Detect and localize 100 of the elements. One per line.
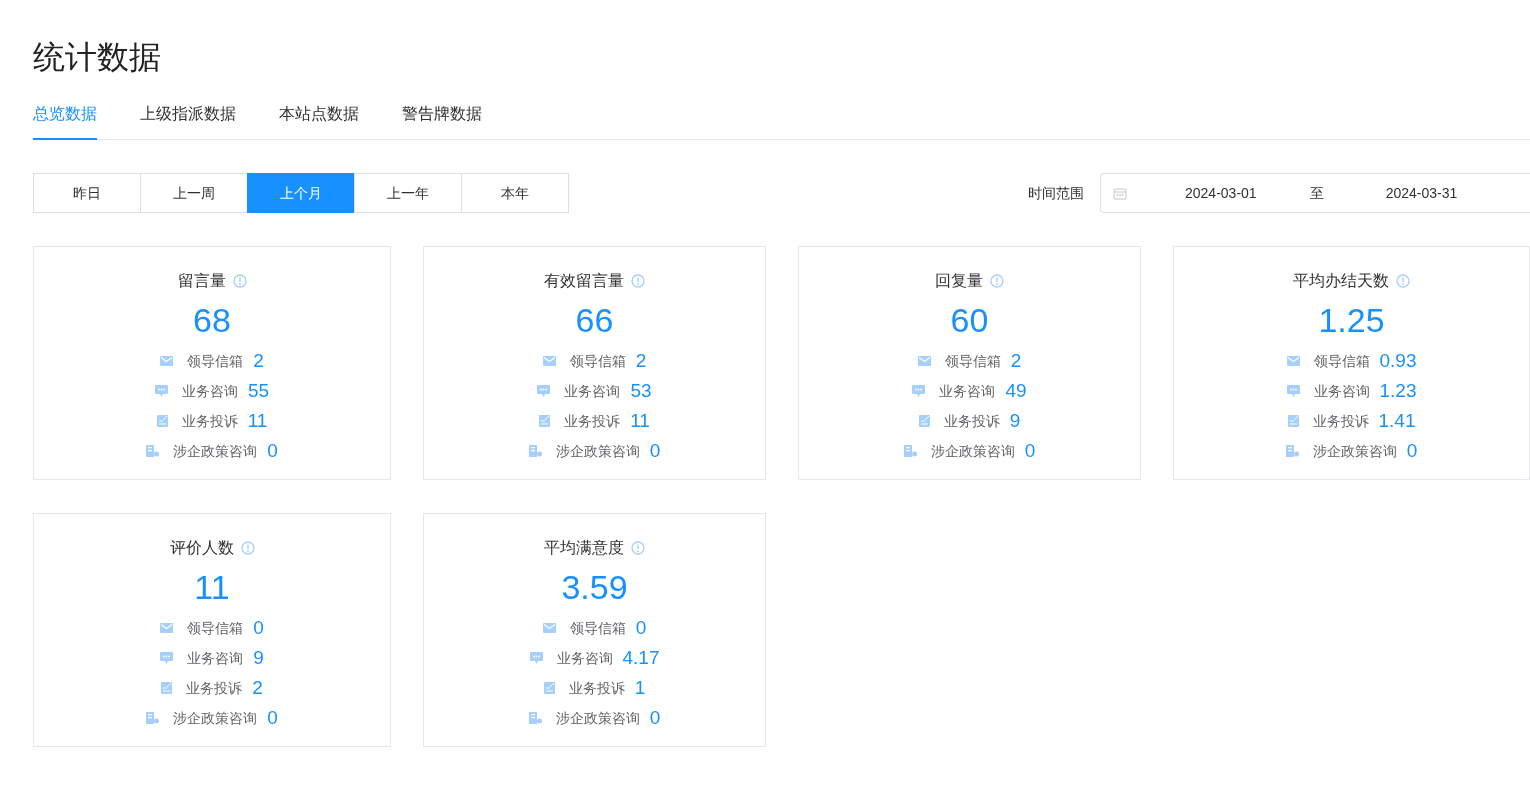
info-icon xyxy=(990,274,1004,289)
envelope-icon xyxy=(542,623,556,634)
stat-value: 60 xyxy=(950,303,989,338)
building-icon xyxy=(903,445,917,458)
card-title: 平均满意度 xyxy=(544,538,624,559)
stat-value: 11 xyxy=(194,570,230,605)
document-icon xyxy=(543,682,555,695)
breakdown-value: 0 xyxy=(635,616,647,641)
card-title: 回复量 xyxy=(935,271,983,292)
stat-value: 68 xyxy=(193,303,231,338)
breakdown-value: 0 xyxy=(1024,439,1036,464)
document-icon xyxy=(539,415,551,428)
breakdown-value: 9 xyxy=(1009,409,1021,434)
envelope-icon xyxy=(160,356,174,367)
breakdown-value: 2 xyxy=(635,349,647,374)
breakdown-label: 业务投诉 xyxy=(564,411,621,431)
breakdown-value: 0 xyxy=(253,616,264,641)
building-icon xyxy=(528,712,542,725)
chat-bubble-icon xyxy=(529,652,543,665)
breakdown-value: 11 xyxy=(630,409,650,434)
breakdown-value: 53 xyxy=(630,379,652,404)
envelope-icon xyxy=(1286,356,1300,367)
breakdown-label: 领导信箱 xyxy=(569,351,626,371)
breakdown-label: 业务投诉 xyxy=(568,678,625,698)
breakdown-value: 2 xyxy=(253,349,264,374)
breakdown-label: 领导信箱 xyxy=(1313,351,1370,371)
stat-value: 66 xyxy=(575,303,614,338)
info-icon xyxy=(1396,274,1410,289)
period-button[interactable]: 上一周 xyxy=(140,173,248,214)
info-icon xyxy=(232,274,247,289)
chat-bubble-icon xyxy=(1286,385,1300,398)
breakdown-label: 业务投诉 xyxy=(1312,411,1369,431)
document-icon xyxy=(918,415,930,428)
tab[interactable]: 上级指派数据 xyxy=(140,102,236,141)
breakdown-value: 49 xyxy=(1005,379,1027,404)
date-end: 2024-03-31 xyxy=(1385,183,1458,203)
breakdown-label: 业务咨询 xyxy=(187,648,244,668)
breakdown-value: 4.17 xyxy=(622,646,660,671)
card-title: 留言量 xyxy=(177,271,226,292)
info-icon xyxy=(240,541,255,556)
chat-bubble-icon xyxy=(160,652,174,665)
stat-value: 1.25 xyxy=(1318,303,1385,338)
breakdown-value: 0 xyxy=(649,439,661,464)
period-button[interactable]: 上一年 xyxy=(354,173,462,214)
breakdown-label: 涉企政策咨询 xyxy=(173,708,258,728)
date-start: 2024-03-01 xyxy=(1185,183,1257,203)
breakdown-value: 1.41 xyxy=(1378,409,1416,434)
date-range-label: 时间范围 xyxy=(1028,183,1084,203)
tab[interactable]: 本站点数据 xyxy=(279,102,359,141)
info-icon xyxy=(631,541,645,556)
date-separator: 至 xyxy=(1309,183,1324,203)
breakdown-label: 业务咨询 xyxy=(556,648,613,668)
breakdown-value: 2 xyxy=(252,676,263,701)
tab[interactable]: 警告牌数据 xyxy=(402,102,482,141)
breakdown-label: 领导信箱 xyxy=(187,351,244,371)
document-icon xyxy=(156,415,168,428)
breakdown-value: 9 xyxy=(253,646,264,671)
envelope-icon xyxy=(917,356,931,367)
breakdown-label: 业务投诉 xyxy=(186,678,243,698)
envelope-icon xyxy=(160,623,174,634)
chat-bubble-icon xyxy=(912,385,926,398)
breakdown-value: 1.23 xyxy=(1379,379,1417,404)
building-icon xyxy=(1285,445,1299,458)
breakdown-label: 领导信箱 xyxy=(187,618,244,638)
breakdown-value: 0 xyxy=(267,706,278,731)
card-title: 评价人数 xyxy=(169,538,234,559)
calendar-icon xyxy=(1113,186,1127,200)
building-icon xyxy=(528,445,542,458)
document-icon xyxy=(1287,415,1299,428)
breakdown-label: 业务投诉 xyxy=(181,411,238,431)
document-icon xyxy=(161,682,173,695)
breakdown-label: 业务咨询 xyxy=(939,381,996,401)
breakdown-value: 11 xyxy=(247,409,268,434)
breakdown-label: 业务咨询 xyxy=(564,381,621,401)
breakdown-value: 0 xyxy=(649,706,661,731)
building-icon xyxy=(146,445,160,458)
breakdown-value: 2 xyxy=(1010,349,1022,374)
breakdown-value: 0.93 xyxy=(1379,349,1417,374)
card-title: 平均办结天数 xyxy=(1293,271,1389,292)
breakdown-label: 业务投诉 xyxy=(943,411,1000,431)
breakdown-label: 涉企政策咨询 xyxy=(1312,441,1397,461)
chat-bubble-icon xyxy=(537,385,551,398)
page-title: 统计数据 xyxy=(33,38,162,77)
breakdown-value: 0 xyxy=(1406,439,1418,464)
period-button[interactable]: 昨日 xyxy=(33,173,141,214)
date-range-field[interactable]: 2024-03-01 至 2024-03-31 xyxy=(1100,173,1530,214)
breakdown-value: 1 xyxy=(634,676,646,701)
building-icon xyxy=(146,712,160,725)
breakdown-label: 业务咨询 xyxy=(181,381,238,401)
breakdown-label: 领导信箱 xyxy=(944,351,1001,371)
breakdown-label: 领导信箱 xyxy=(569,618,626,638)
card-title: 有效留言量 xyxy=(544,271,624,292)
breakdown-label: 业务咨询 xyxy=(1313,381,1370,401)
breakdown-value: 55 xyxy=(247,379,270,404)
breakdown-label: 涉企政策咨询 xyxy=(555,441,640,461)
chat-bubble-icon xyxy=(154,385,168,398)
period-button[interactable]: 本年 xyxy=(461,173,569,214)
stat-value: 3.59 xyxy=(561,570,628,605)
breakdown-label: 涉企政策咨询 xyxy=(930,441,1015,461)
breakdown-label: 涉企政策咨询 xyxy=(173,441,258,461)
